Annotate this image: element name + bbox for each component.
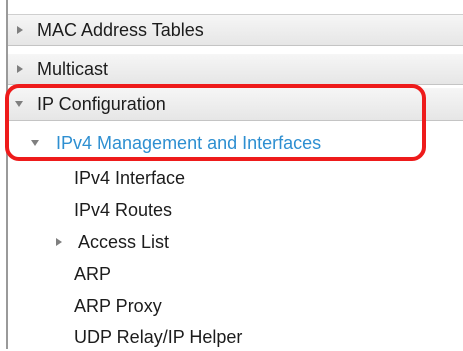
nav-item-ipv4-management-and-interfaces[interactable]: IPv4 Management and Interfaces (8, 129, 463, 157)
collapse-arrow-icon (15, 101, 23, 107)
collapse-arrow-icon (31, 140, 39, 146)
nav-item-label: Access List (78, 231, 170, 252)
nav-item-mac-address-tables[interactable]: MAC Address Tables (8, 14, 463, 46)
nav-item-label: IPv4 Routes (74, 199, 173, 220)
nav-item-multicast[interactable]: Multicast (8, 54, 463, 85)
nav-item-label: UDP Relay/IP Helper (74, 326, 243, 347)
expand-arrow-icon (56, 238, 62, 246)
nav-item-ipv4-interface[interactable]: IPv4 Interface (8, 164, 463, 192)
nav-item-label: MAC Address Tables (37, 19, 204, 40)
nav-item-ipv4-routes[interactable]: IPv4 Routes (8, 196, 463, 224)
nav-item-udp-relay-ip-helper[interactable]: UDP Relay/IP Helper (8, 323, 463, 351)
nav-item-label: Multicast (37, 58, 109, 79)
nav-item-label: IP Configuration (37, 93, 166, 114)
nav-item-access-list[interactable]: Access List (8, 228, 463, 256)
nav-item-ip-configuration[interactable]: IP Configuration (8, 88, 463, 121)
nav-item-label: IPv4 Interface (74, 167, 186, 188)
expand-arrow-icon (17, 65, 23, 73)
nav-item-label: ARP Proxy (74, 295, 162, 316)
nav-item-arp-proxy[interactable]: ARP Proxy (8, 292, 463, 320)
nav-item-label: ARP (74, 263, 112, 284)
expand-arrow-icon (17, 26, 23, 34)
nav-item-label: IPv4 Management and Interfaces (56, 132, 322, 153)
nav-item-arp[interactable]: ARP (8, 260, 463, 288)
